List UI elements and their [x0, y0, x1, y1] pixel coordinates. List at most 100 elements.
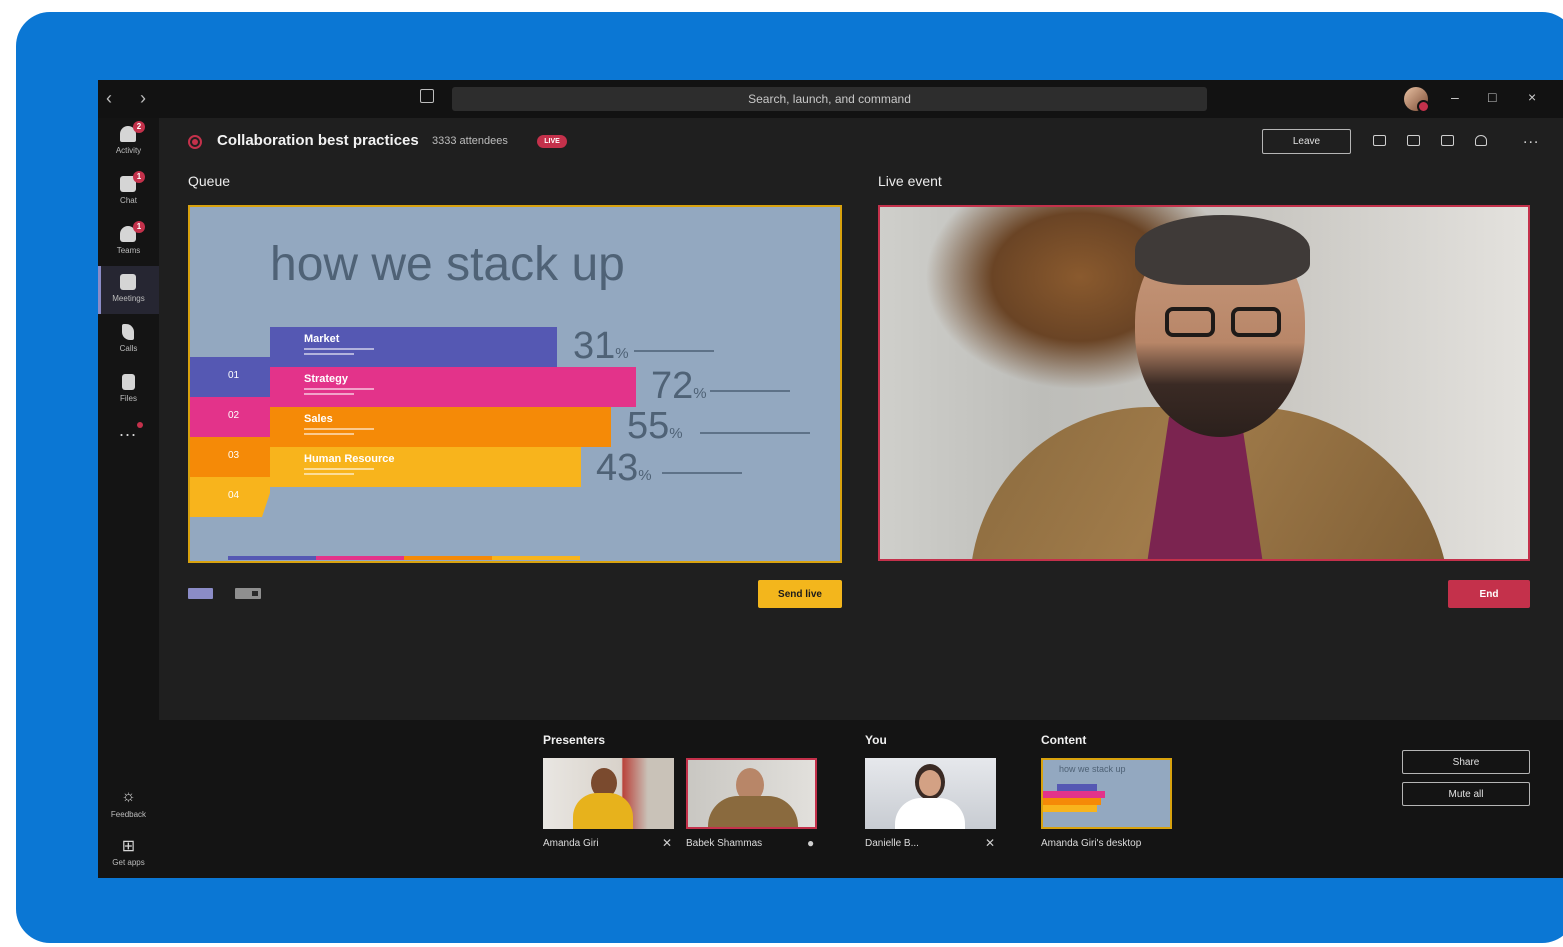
presenter-name: Amanda Giri	[543, 838, 599, 849]
step-number: 04	[228, 490, 240, 501]
bar-label: Sales	[304, 413, 333, 425]
live-badge: LIVE	[537, 135, 567, 148]
slide-description	[662, 472, 742, 474]
live-event-label: Live event	[878, 173, 942, 189]
app-rail: 2 Activity 1 Chat 1 Teams Meetings Calls…	[98, 118, 159, 878]
participants-icon[interactable]	[1475, 135, 1487, 146]
more-apps-icon: ...	[119, 420, 138, 440]
queue-label: Queue	[188, 173, 231, 189]
presenter-name: Babek Shammas	[686, 838, 763, 849]
bar-label: Strategy	[304, 373, 349, 385]
slide-bar-market: Market	[270, 327, 557, 367]
meeting-header: Collaboration best practices 3333 attend…	[159, 118, 1563, 164]
chat-badge: 1	[133, 171, 145, 183]
slide-bar-human-resource: Human Resource	[270, 447, 581, 487]
rail-item-chat[interactable]: 1 Chat	[98, 168, 159, 216]
teams-window: ‹ › Search, launch, and command – □ × 2 …	[98, 80, 1563, 878]
mute-all-button[interactable]: Mute all	[1402, 782, 1530, 806]
rail-item-teams[interactable]: 1 Teams	[98, 218, 159, 266]
step-number: 01	[228, 370, 240, 381]
title-bar: ‹ › Search, launch, and command – □ ×	[98, 80, 1563, 118]
rail-item-label: Activity	[115, 146, 142, 155]
file-icon	[122, 374, 135, 390]
notification-dot	[137, 422, 143, 428]
slide-strip	[228, 556, 316, 560]
meeting-title: Collaboration best practices	[217, 132, 419, 149]
slide-bar-sales: Sales	[270, 407, 611, 447]
compose-icon[interactable]	[420, 89, 434, 103]
mic-icon[interactable]: ●	[807, 836, 814, 850]
slide-percentage: 72%	[651, 365, 707, 407]
self-video-thumbnail[interactable]	[865, 758, 996, 829]
slide-step: 01	[190, 357, 270, 397]
send-live-button[interactable]: Send live	[758, 580, 842, 608]
rail-item-label: Files	[120, 394, 137, 403]
more-options-icon[interactable]: ...	[1523, 130, 1539, 148]
live-event-video[interactable]	[878, 205, 1530, 561]
share-button[interactable]: Share	[1402, 750, 1530, 774]
rail-item-get-apps[interactable]: ⊞ Get apps	[98, 836, 159, 876]
rail-item-label: Meetings	[112, 294, 145, 303]
profile-avatar[interactable]	[1404, 87, 1430, 113]
participants-panel: Presenters You Content Amanda Giri ✕ Bab…	[159, 720, 1563, 878]
slide-percentage: 55%	[627, 405, 683, 447]
apps-icon: ⊞	[121, 838, 136, 855]
leave-button[interactable]: Leave	[1262, 129, 1351, 154]
content-label: Content	[1041, 733, 1087, 747]
maximize-button[interactable]: □	[1488, 89, 1496, 105]
rail-item-label: Feedback	[110, 810, 147, 819]
slide-strip	[404, 556, 492, 560]
rail-item-feedback[interactable]: ☼ Feedback	[98, 788, 159, 828]
content-preview-title: how we stack up	[1059, 764, 1126, 774]
close-button[interactable]: ×	[1528, 89, 1536, 105]
mic-muted-icon[interactable]: ✕	[985, 836, 995, 850]
recording-icon	[188, 135, 202, 149]
activity-badge: 2	[133, 121, 145, 133]
slide-title: how we stack up	[270, 238, 625, 291]
calendar-icon	[120, 274, 136, 290]
layout-side-by-side-icon[interactable]	[235, 588, 261, 599]
queue-preview[interactable]: how we stack up 01 02 03 04 Market Strat…	[188, 205, 842, 563]
bar-label: Human Resource	[304, 453, 395, 465]
slide-percentage: 43%	[596, 447, 652, 489]
rail-item-calls[interactable]: Calls	[98, 316, 159, 364]
content-thumbnail[interactable]: how we stack up	[1041, 758, 1172, 829]
slide-description	[634, 350, 714, 352]
presenters-label: Presenters	[543, 733, 606, 747]
bar-label: Market	[304, 333, 340, 345]
slide-strip	[492, 556, 580, 560]
presenter-video-hair	[1135, 215, 1310, 285]
mic-muted-icon[interactable]: ✕	[662, 836, 672, 850]
meeting-notes-icon[interactable]	[1407, 135, 1420, 146]
slide-bar-strategy: Strategy	[270, 367, 636, 407]
rail-item-activity[interactable]: 2 Activity	[98, 118, 159, 166]
search-input[interactable]: Search, launch, and command	[452, 87, 1207, 111]
forward-arrow-icon[interactable]: ›	[140, 88, 146, 109]
self-name: Danielle B...	[865, 838, 919, 849]
slide-step: 02	[190, 397, 270, 437]
rail-item-label: Calls	[119, 344, 138, 353]
rail-item-label: Get apps	[112, 858, 145, 867]
layout-single-icon[interactable]	[188, 588, 213, 599]
presenter-video-glasses	[1165, 307, 1285, 339]
presenter-thumbnail[interactable]	[543, 758, 674, 829]
slide-description	[710, 390, 790, 392]
slide-strip	[316, 556, 404, 560]
lightbulb-icon: ☼	[121, 788, 136, 805]
slide-step: 04	[190, 477, 270, 517]
fullscreen-icon[interactable]	[1373, 135, 1386, 146]
rail-item-label: Chat	[120, 196, 137, 205]
end-button[interactable]: End	[1448, 580, 1530, 608]
you-label: You	[865, 733, 887, 747]
rail-item-more[interactable]: ...	[98, 414, 159, 462]
back-arrow-icon[interactable]: ‹	[106, 88, 112, 109]
content-name: Amanda Giri's desktop	[1041, 838, 1142, 849]
presenter-thumbnail-active[interactable]	[686, 758, 817, 829]
rail-item-meetings[interactable]: Meetings	[98, 266, 159, 314]
teams-badge: 1	[133, 221, 145, 233]
rail-item-label: Teams	[116, 246, 141, 255]
slide-percentage: 31%	[573, 325, 629, 367]
minimize-button[interactable]: –	[1451, 89, 1459, 105]
rail-item-files[interactable]: Files	[98, 366, 159, 414]
chat-panel-icon[interactable]	[1441, 135, 1454, 146]
